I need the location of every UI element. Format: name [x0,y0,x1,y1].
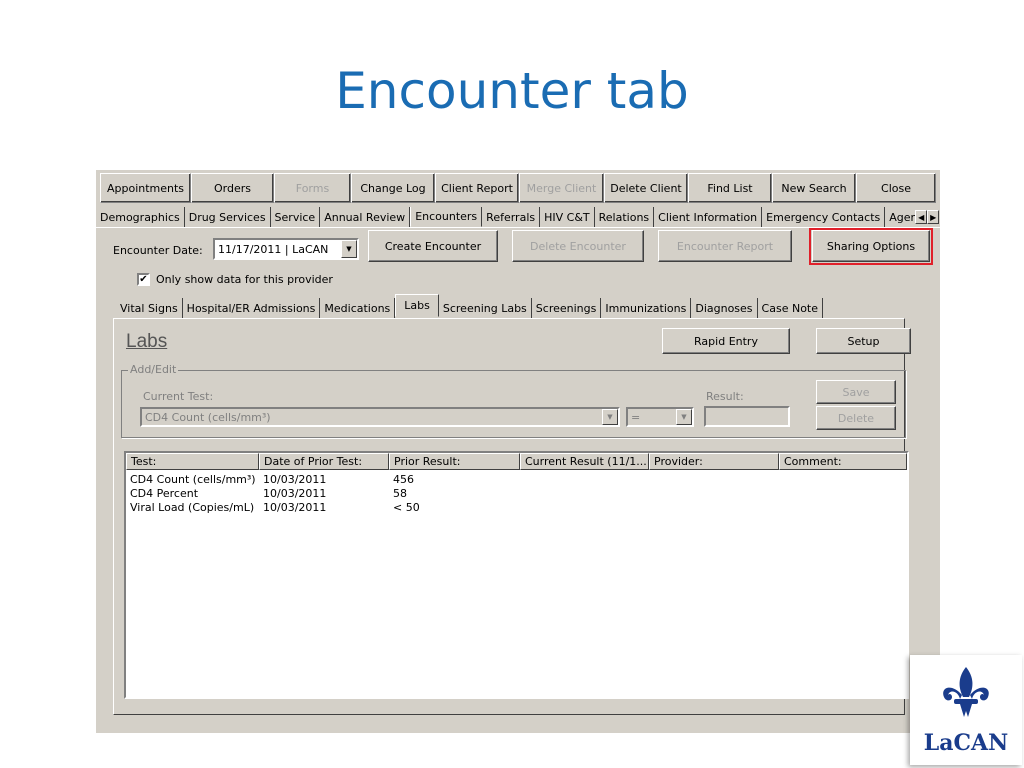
only-show-label: Only show data for this provider [156,273,333,286]
tab-screenings[interactable]: Screenings [532,298,602,318]
tab-immunizations[interactable]: Immunizations [601,298,692,318]
table-row[interactable]: CD4 Percent 10/03/2011 58 [126,487,907,501]
column-prior-result[interactable]: Prior Result: [389,453,520,470]
tab-relations[interactable]: Relations [595,207,655,227]
cell-test: CD4 Percent [130,487,199,500]
forms-button[interactable]: Forms [274,173,351,203]
tab-medications[interactable]: Medications [320,298,396,318]
only-show-checkbox[interactable]: ✔ [137,273,150,286]
cell-date: 10/03/2011 [263,501,327,514]
new-search-button[interactable]: New Search [772,173,856,203]
column-provider[interactable]: Provider: [649,453,779,470]
cell-test: CD4 Count (cells/mm³) [130,473,256,486]
fleur-de-lis-icon [943,667,989,717]
operator-select[interactable]: = ▼ [626,407,694,427]
current-test-value: CD4 Count (cells/mm³) [145,410,271,424]
tab-demographics[interactable]: Demographics [100,207,185,227]
tab-drug-services[interactable]: Drug Services [185,207,271,227]
column-date-of-prior-test[interactable]: Date of Prior Test: [259,453,389,470]
add-edit-group: Add/Edit [121,363,906,438]
sub-tab-row: Vital Signs Hospital/ER Admissions Medic… [116,294,824,318]
main-tab-row: Demographics Drug Services Service Annua… [100,207,940,227]
tab-scroll-left-icon[interactable]: ◀ [915,210,928,224]
delete-client-button[interactable]: Delete Client [604,173,688,203]
cell-prior-result: 58 [393,487,407,500]
save-button[interactable]: Save [816,380,896,404]
client-report-button[interactable]: Client Report [435,173,519,203]
orders-button[interactable]: Orders [191,173,274,203]
tab-case-note[interactable]: Case Note [758,298,824,318]
column-comment[interactable]: Comment: [779,453,907,470]
highlight-box [809,228,933,265]
tab-annual-review[interactable]: Annual Review [320,207,411,227]
encounter-report-button[interactable]: Encounter Report [658,230,792,262]
cell-prior-result: 456 [393,473,414,486]
tab-screening-labs[interactable]: Screening Labs [439,298,532,318]
tab-client-information[interactable]: Client Information [654,207,763,227]
appointments-button[interactable]: Appointments [100,173,191,203]
cell-prior-result: < 50 [393,501,420,514]
current-test-label: Current Test: [143,390,214,403]
application-window: Appointments Orders Forms Change Log Cli… [95,170,940,733]
delete-lab-button[interactable]: Delete [816,406,896,430]
chevron-down-icon[interactable]: ▼ [676,409,692,425]
setup-button[interactable]: Setup [816,328,911,354]
encounter-date-select[interactable]: 11/17/2011 | LaCAN ▼ [213,238,359,260]
operator-value: = [631,410,641,424]
rapid-entry-button[interactable]: Rapid Entry [662,328,790,354]
create-encounter-button[interactable]: Create Encounter [368,230,498,262]
tab-service[interactable]: Service [271,207,321,227]
delete-encounter-button[interactable]: Delete Encounter [512,230,644,262]
cell-date: 10/03/2011 [263,473,327,486]
current-test-select[interactable]: CD4 Count (cells/mm³) ▼ [140,407,620,427]
slide-title: Encounter tab [335,62,689,120]
merge-client-button[interactable]: Merge Client [519,173,604,203]
labs-heading: Labs [126,331,168,352]
tab-hospital-er-admissions[interactable]: Hospital/ER Admissions [183,298,321,318]
encounter-date-label: Encounter Date: [113,244,203,257]
labs-list-header: Test: Date of Prior Test: Prior Result: … [126,453,907,470]
encounter-date-value: 11/17/2011 | LaCAN [218,242,329,256]
tab-scroll-right-icon[interactable]: ▶ [927,210,940,224]
chevron-down-icon[interactable]: ▼ [602,409,618,425]
labs-list[interactable]: Test: Date of Prior Test: Prior Result: … [124,451,909,699]
tab-vital-signs[interactable]: Vital Signs [116,298,183,318]
result-input[interactable] [704,406,790,427]
column-test[interactable]: Test: [126,453,259,470]
tab-agencies[interactable]: Agen [885,207,917,227]
chevron-down-icon[interactable]: ▼ [341,240,357,258]
table-row[interactable]: CD4 Count (cells/mm³) 10/03/2011 456 [126,473,907,487]
result-label: Result: [706,390,744,403]
tab-emergency-contacts[interactable]: Emergency Contacts [762,207,886,227]
tab-encounters[interactable]: Encounters [410,207,483,227]
table-row[interactable]: Viral Load (Copies/mL) 10/03/2011 < 50 [126,501,907,515]
tab-diagnoses[interactable]: Diagnoses [691,298,758,318]
close-button[interactable]: Close [856,173,936,203]
tab-hiv-ct[interactable]: HIV C&T [540,207,595,227]
lacan-logo: LaCAN [910,655,1022,765]
logo-text: LaCAN [923,730,1009,756]
cell-date: 10/03/2011 [263,487,327,500]
column-current-result[interactable]: Current Result (11/1... [520,453,649,470]
top-toolbar: Appointments Orders Forms Change Log Cli… [100,173,936,203]
change-log-button[interactable]: Change Log [351,173,435,203]
cell-test: Viral Load (Copies/mL) [130,501,255,514]
find-list-button[interactable]: Find List [688,173,772,203]
tab-labs[interactable]: Labs [395,294,439,317]
add-edit-legend: Add/Edit [128,363,179,376]
tab-referrals[interactable]: Referrals [482,207,541,227]
